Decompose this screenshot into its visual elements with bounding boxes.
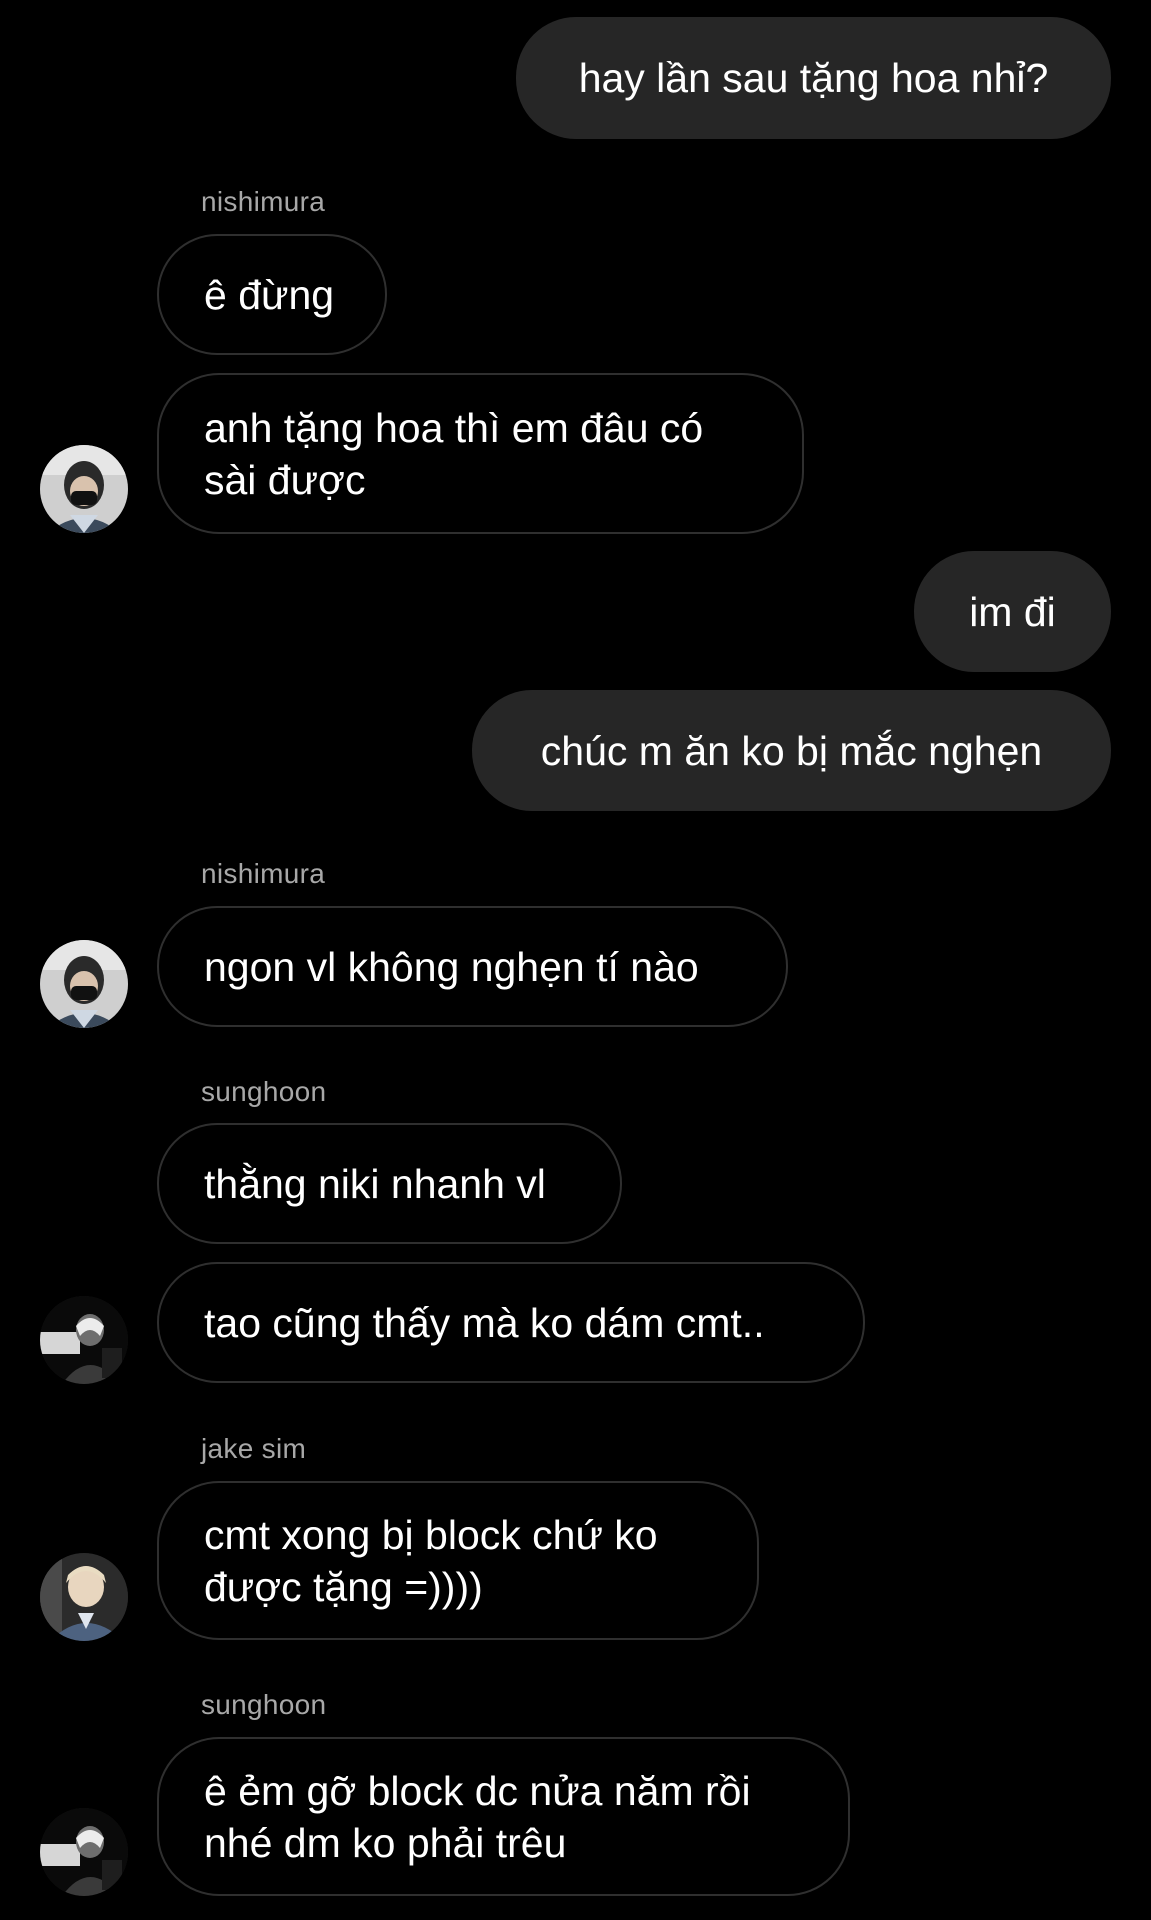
message-text: ê ẻm gỡ block dc nửa năm rồi nhé dm ko p… [204,1767,751,1866]
message-text: thằng niki nhanh vl [204,1160,546,1207]
chat-thread[interactable]: hay lần sau tặng hoa nhỉ? nishimura ê đừ… [0,0,1151,1920]
avatar-sunghoon-icon [40,1808,128,1896]
message-text: tao cũng thấy mà ko dám cmt.. [204,1299,765,1346]
message-bubble-incoming[interactable]: cmt xong bị block chứ ko được tặng =)))) [157,1481,759,1640]
message-bubble-outgoing[interactable]: im đi [914,551,1111,672]
sender-name: sunghoon [201,1076,327,1107]
avatar-jake-sim-icon [40,1553,128,1641]
avatar-nishimura-icon [40,445,128,533]
message-bubble-incoming[interactable]: thằng niki nhanh vl [157,1123,622,1244]
message-bubble-incoming[interactable]: tao cũng thấy mà ko dám cmt.. [157,1262,865,1383]
message-bubble-outgoing[interactable]: chúc m ăn ko bị mắc nghẹn [472,690,1111,811]
message-text: im đi [969,588,1056,635]
message-bubble-incoming[interactable]: ngon vl không nghẹn tí nào [157,906,788,1027]
message-text: ngon vl không nghẹn tí nào [204,943,699,990]
message-text: ê đừng [204,271,335,318]
message-text: chúc m ăn ko bị mắc nghẹn [540,727,1043,774]
message-bubble-incoming[interactable]: ê đừng [157,234,387,355]
sender-name: jake sim [201,1433,307,1464]
avatar-nishimura-icon [40,940,128,1028]
avatar[interactable] [40,1808,128,1896]
message-text: anh tặng hoa thì em đâu có sài được [204,404,704,503]
message-bubble-outgoing[interactable]: hay lần sau tặng hoa nhỉ? [516,17,1111,139]
message-bubble-incoming[interactable]: anh tặng hoa thì em đâu có sài được [157,373,804,534]
avatar[interactable] [40,445,128,533]
avatar-sunghoon-icon [40,1296,128,1384]
message-text: hay lần sau tặng hoa nhỉ? [578,55,1049,101]
sender-name: nishimura [201,858,326,889]
avatar[interactable] [40,1296,128,1384]
message-text: cmt xong bị block chứ ko được tặng =)))) [204,1511,658,1610]
avatar[interactable] [40,1553,128,1641]
sender-name: nishimura [201,186,326,217]
message-bubble-incoming[interactable]: ê ẻm gỡ block dc nửa năm rồi nhé dm ko p… [157,1737,850,1896]
sender-name: sunghoon [201,1689,327,1720]
avatar[interactable] [40,940,128,1028]
